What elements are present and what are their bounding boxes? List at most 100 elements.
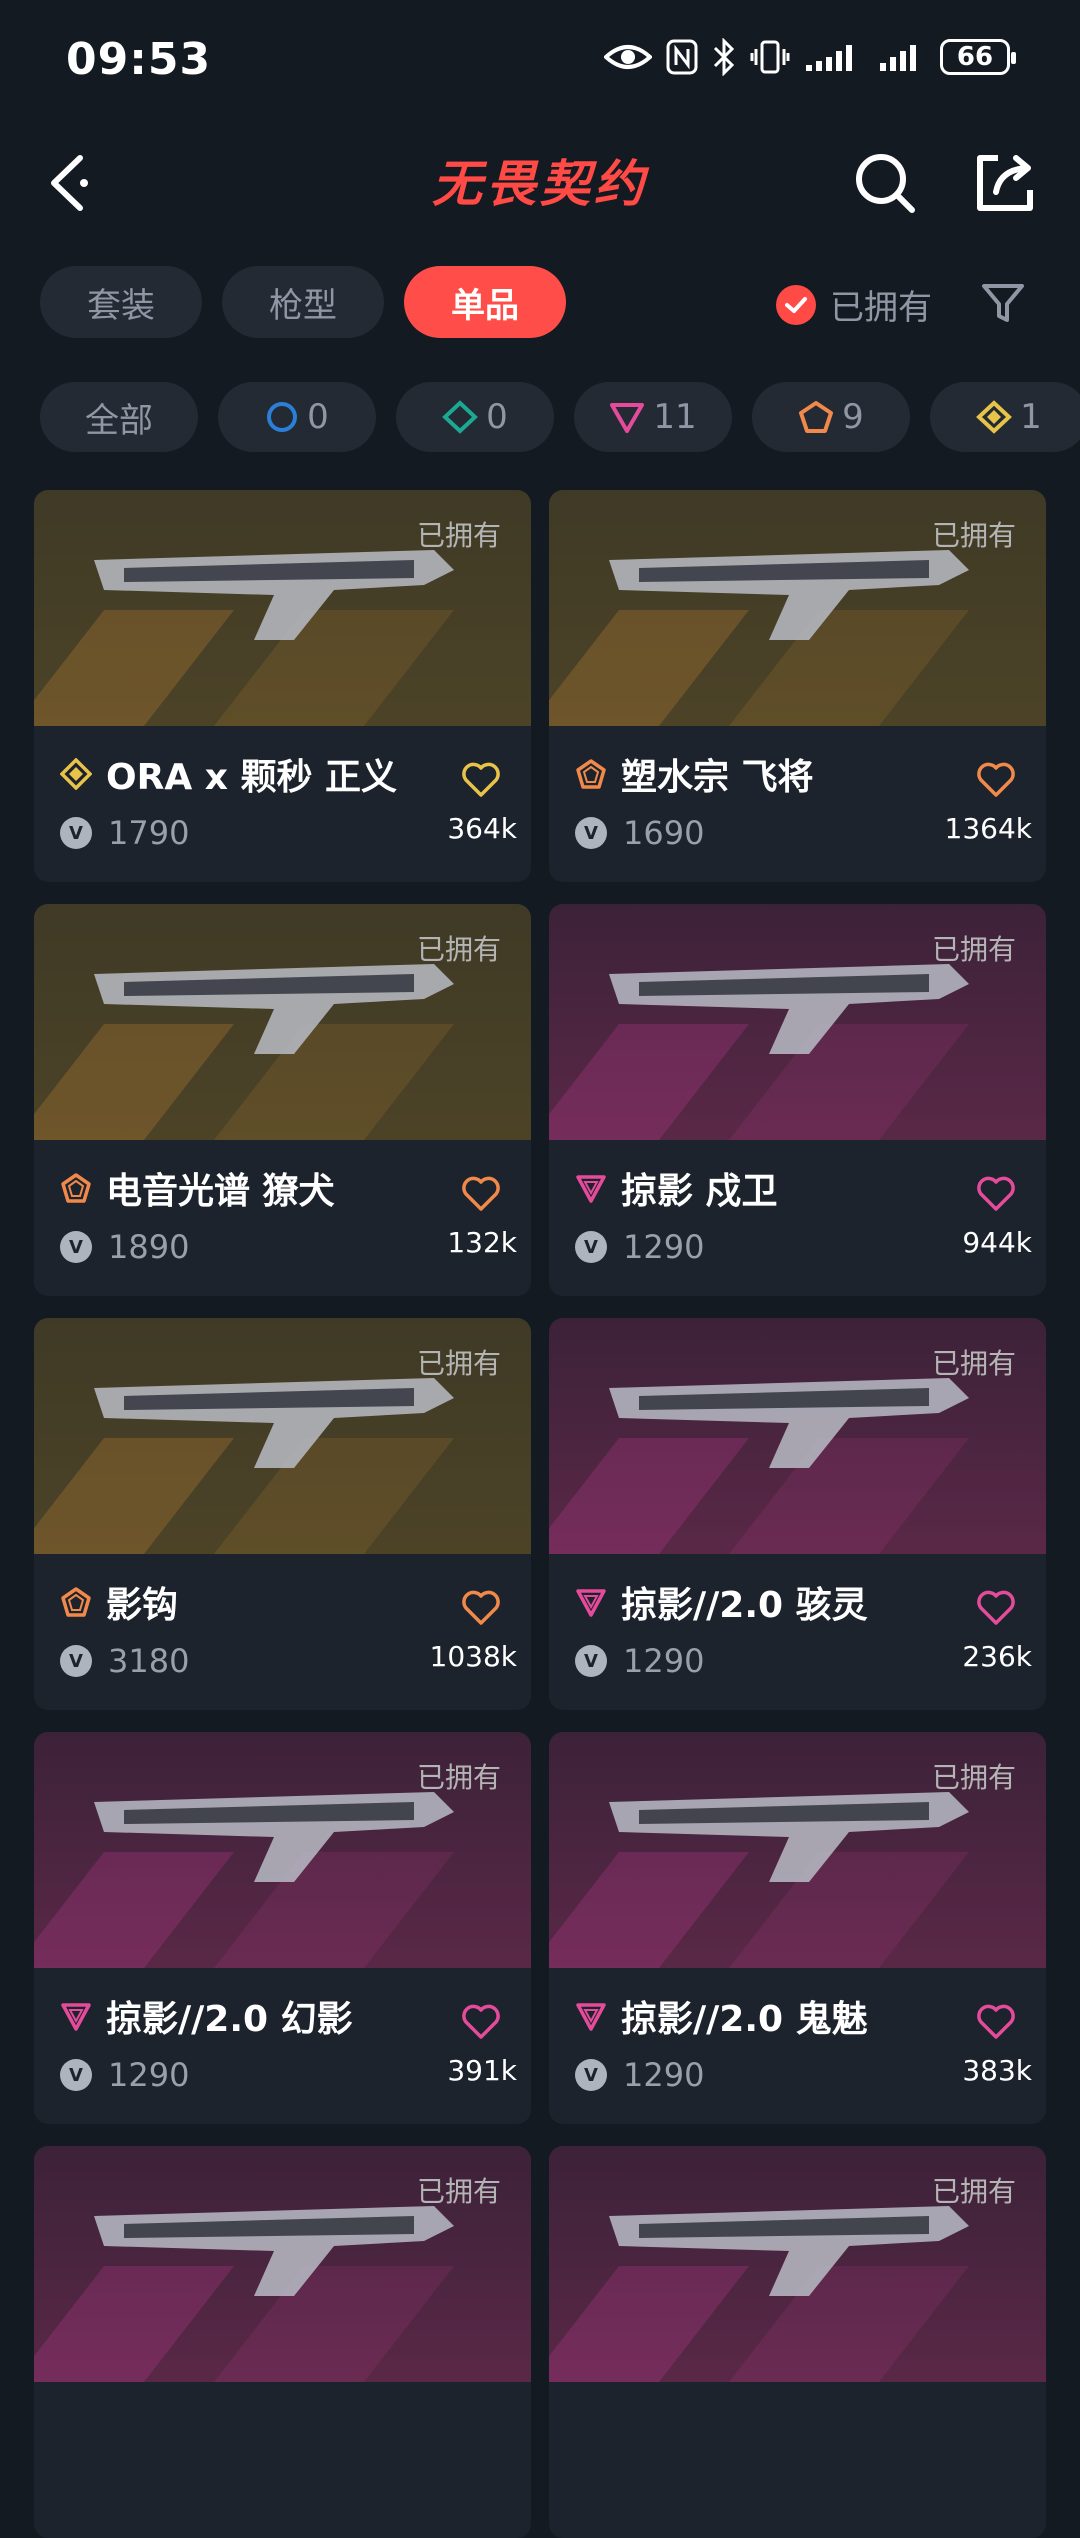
item-name-row: 掠影//2.0 骇灵 — [575, 1576, 868, 1628]
price-row: V 1290 — [60, 2056, 189, 2094]
price-row: V 1690 — [575, 814, 704, 852]
owned-badge: 已拥有 — [416, 1347, 501, 1380]
item-card[interactable]: 已拥有 掠影//2.0 骇灵 V 1290 236k — [549, 1318, 1046, 1710]
owned-badge: 已拥有 — [931, 1347, 1016, 1380]
item-card[interactable]: 已拥有 ORA x 颗秒 正义 V 1790 364k — [34, 490, 531, 882]
item-name: 电音光谱 獠犬 — [106, 1171, 335, 1212]
price-row: V 1790 — [60, 814, 189, 852]
heart-icon[interactable] — [976, 762, 1016, 798]
price-row: V 1290 — [575, 1642, 704, 1680]
status-bar: 09:53 66 — [0, 0, 1080, 120]
exclusive-tier-icon — [61, 1587, 91, 1617]
signal-icon-2 — [880, 45, 916, 71]
weapon-image: 已拥有 — [34, 2146, 531, 2382]
item-card[interactable]: 已拥有 塑水宗 飞将 V 1690 1364k — [549, 490, 1046, 882]
share-icon[interactable] — [968, 146, 1040, 218]
price-row: V 1290 — [575, 1228, 704, 1266]
ultra-tier-icon — [976, 400, 1013, 434]
tier-filter-chips: 全部 0 0 11 9 1 — [40, 382, 1080, 452]
tier-chip-ultra[interactable]: 1 — [930, 382, 1080, 452]
exclusive-tier-icon — [61, 1173, 91, 1203]
exclusive-tier-icon — [799, 401, 834, 433]
select-tier-icon — [267, 402, 298, 432]
item-name: 塑水宗 飞将 — [621, 757, 814, 798]
item-price: 1290 — [623, 1642, 705, 1680]
vp-currency-icon: V — [60, 1231, 92, 1263]
item-card[interactable]: 已拥有 影钩 V 3180 1038k — [34, 1318, 531, 1710]
owned-badge: 已拥有 — [416, 1761, 501, 1794]
weapon-image: 已拥有 — [549, 1318, 1046, 1554]
search-icon[interactable] — [850, 148, 920, 218]
vp-currency-icon: V — [60, 2059, 92, 2091]
heart-icon[interactable] — [976, 1590, 1016, 1626]
status-icons: 66 — [604, 38, 1016, 76]
premium-tier-icon — [576, 1589, 606, 1617]
item-price: 1690 — [623, 814, 705, 852]
tier-chip-all[interactable]: 全部 — [40, 382, 198, 452]
vp-currency-icon: V — [575, 2059, 607, 2091]
tier-chip-count: 1 — [1020, 397, 1042, 437]
tier-chip-label: 全部 — [85, 400, 153, 441]
item-name: 掠影//2.0 骇灵 — [621, 1585, 868, 1626]
item-name: 掠影//2.0 鬼魅 — [621, 1999, 868, 2040]
heart-icon[interactable] — [461, 1176, 501, 1212]
eye-icon — [604, 45, 652, 69]
owned-badge: 已拥有 — [416, 933, 501, 966]
weapon-image: 已拥有 — [549, 490, 1046, 726]
heart-icon[interactable] — [461, 2004, 501, 2040]
tier-chip-count: 9 — [842, 397, 864, 437]
item-name-row: 塑水宗 飞将 — [575, 748, 814, 800]
weapon-image: 已拥有 — [34, 904, 531, 1140]
tab-bundles[interactable]: 套装 — [40, 266, 202, 338]
item-name-row: 影钩 — [60, 1576, 178, 1628]
heart-icon[interactable] — [976, 1176, 1016, 1212]
item-name: 影钩 — [106, 1585, 179, 1626]
vp-currency-icon: V — [60, 1645, 92, 1677]
premium-tier-icon — [576, 2003, 606, 2031]
item-name-row: 掠影//2.0 幻影 — [60, 1990, 353, 2042]
heart-icon[interactable] — [461, 762, 501, 798]
filter-icon[interactable] — [978, 278, 1028, 328]
tab-single-items[interactable]: 单品 — [404, 266, 566, 338]
checkmark-icon — [776, 284, 816, 325]
price-row: V 1890 — [60, 1228, 189, 1266]
tier-chip-exclusive[interactable]: 9 — [752, 382, 910, 452]
item-price: 1290 — [623, 1228, 705, 1266]
item-price: 1890 — [108, 1228, 190, 1266]
vp-currency-icon: V — [575, 1645, 607, 1677]
tier-chip-deluxe[interactable]: 0 — [396, 382, 554, 452]
category-tabs: 套装 枪型 单品 — [40, 266, 566, 338]
heart-icon[interactable] — [461, 1590, 501, 1626]
tier-chip-count: 0 — [486, 397, 508, 437]
item-card[interactable]: 已拥有 掠影//2.0 鬼魅 V 1290 383k — [549, 1732, 1046, 2124]
vp-currency-icon: V — [575, 1231, 607, 1263]
like-count: 383k — [962, 2054, 1032, 2087]
like-count: 391k — [447, 2054, 517, 2087]
weapon-image: 已拥有 — [549, 1732, 1046, 1968]
owned-badge: 已拥有 — [931, 2175, 1016, 2208]
item-card[interactable]: 已拥有 掠影//2.0 幻影 V 1290 391k — [34, 1732, 531, 2124]
item-card[interactable]: 已拥有 — [549, 2146, 1046, 2538]
weapon-image: 已拥有 — [34, 1732, 531, 1968]
tab-weapon-types[interactable]: 枪型 — [222, 266, 384, 338]
item-card[interactable]: 已拥有 — [34, 2146, 531, 2538]
app-header: 无畏契约 — [0, 130, 1080, 230]
price-row: V 1290 — [575, 2056, 704, 2094]
item-name-row: 掠影//2.0 鬼魅 — [575, 1990, 868, 2042]
premium-tier-icon — [610, 403, 645, 433]
item-card[interactable]: 已拥有 掠影 戍卫 V 1290 944k — [549, 904, 1046, 1296]
ultra-tier-icon — [60, 758, 92, 790]
owned-badge: 已拥有 — [931, 933, 1016, 966]
like-count: 1038k — [429, 1640, 517, 1673]
deluxe-tier-icon — [442, 400, 479, 434]
owned-toggle[interactable]: 已拥有 — [776, 280, 932, 329]
signal-icon-1 — [806, 45, 852, 71]
item-card[interactable]: 已拥有 电音光谱 獠犬 V 1890 132k — [34, 904, 531, 1296]
tier-chip-select[interactable]: 0 — [218, 382, 376, 452]
like-count: 1364k — [944, 812, 1032, 845]
weapon-image: 已拥有 — [549, 904, 1046, 1140]
tier-chip-premium[interactable]: 11 — [574, 382, 732, 452]
heart-icon[interactable] — [976, 2004, 1016, 2040]
owned-badge: 已拥有 — [931, 519, 1016, 552]
weapon-image: 已拥有 — [34, 1318, 531, 1554]
